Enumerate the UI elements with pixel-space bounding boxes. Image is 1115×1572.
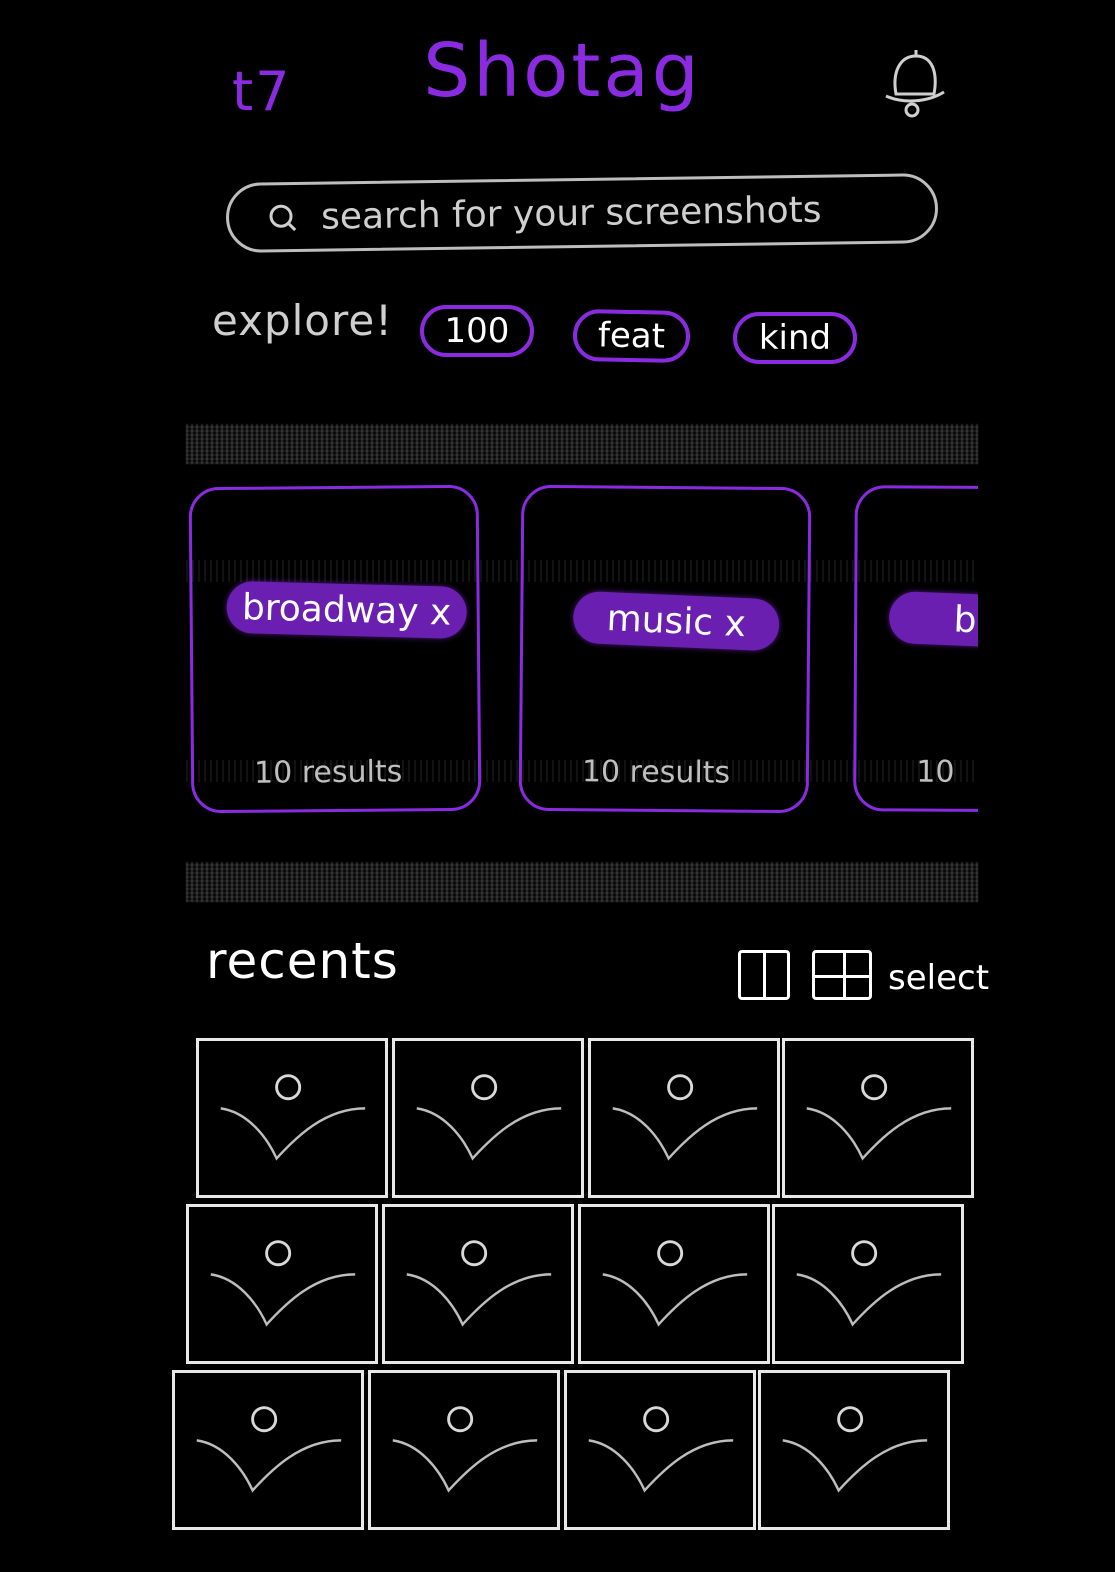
image-placeholder-icon [588,1406,734,1493]
image-placeholder-icon [796,1240,942,1327]
recents-grid [162,1038,974,1532]
screenshot-thumbnail[interactable] [564,1370,756,1530]
image-placeholder-icon [602,1240,748,1327]
divider-bottom [186,862,978,902]
screenshot-thumbnail[interactable] [186,1204,378,1364]
image-placeholder-icon [220,1074,366,1161]
collections-carousel[interactable]: broadway x 10 results music x 10 results… [186,478,978,828]
collection-tag[interactable]: broadway x [226,580,468,640]
image-placeholder-icon [782,1406,928,1493]
collection-count: 10 results [581,754,731,791]
image-placeholder-icon [210,1240,356,1327]
divider-top [186,424,978,464]
collection-tag[interactable]: music x [572,590,781,652]
explore-chip-feat[interactable]: feat [572,308,691,364]
collection-tag[interactable]: broa [888,590,978,652]
search-input[interactable] [318,186,924,239]
thumbnail-row [182,1204,972,1366]
collection-count: 10 [916,754,955,790]
image-placeholder-icon [416,1074,562,1161]
screenshot-thumbnail[interactable] [392,1038,584,1198]
explore-chip-100[interactable]: 100 [420,305,534,357]
image-placeholder-icon [392,1406,538,1493]
image-placeholder-icon [196,1406,342,1493]
grid-view-icon[interactable] [812,950,872,1000]
collection-count: 10 results [253,754,403,791]
collection-card[interactable]: music x 10 results [518,484,812,814]
screenshot-thumbnail[interactable] [172,1370,364,1530]
collection-card[interactable]: broadway x 10 results [188,484,482,814]
screenshot-thumbnail[interactable] [196,1038,388,1198]
image-placeholder-icon [806,1074,952,1161]
recents-title: recents [206,932,399,990]
collection-card[interactable]: broa 10 [853,485,978,813]
screenshot-thumbnail[interactable] [578,1204,770,1364]
select-button[interactable]: select [888,958,989,998]
screenshot-thumbnail[interactable] [382,1204,574,1364]
image-placeholder-icon [406,1240,552,1327]
bell-icon[interactable] [874,42,954,122]
thumbnail-row [192,1038,982,1200]
search-icon [267,202,297,232]
screenshot-thumbnail[interactable] [368,1370,560,1530]
screenshot-thumbnail[interactable] [588,1038,780,1198]
explore-chip-kind[interactable]: kind [733,312,857,364]
app-screen: t7 Shotag explore! 100 feat kind broadwa… [0,0,1115,1572]
image-placeholder-icon [612,1074,758,1161]
explore-label: explore! [212,296,394,345]
screenshot-thumbnail[interactable] [758,1370,950,1530]
thumbnail-row [168,1370,958,1532]
single-column-view-icon[interactable] [738,950,790,1000]
search-bar[interactable] [225,173,939,253]
screenshot-thumbnail[interactable] [772,1204,964,1364]
screenshot-thumbnail[interactable] [782,1038,974,1198]
